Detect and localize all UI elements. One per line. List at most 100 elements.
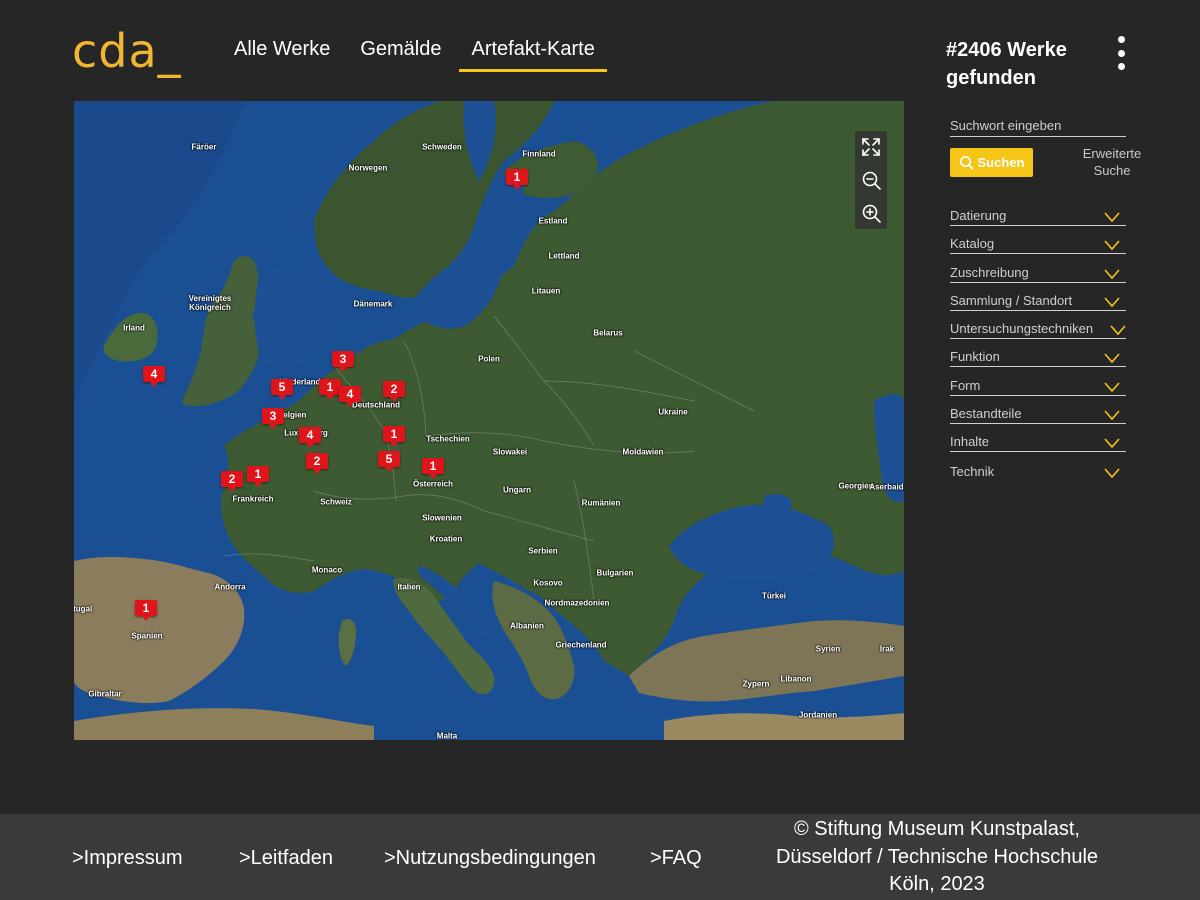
map-marker-frankreich[interactable]: 2 <box>306 453 328 474</box>
map-label: Irak <box>879 644 895 654</box>
map-marker-deutschland[interactable]: 2 <box>383 381 405 402</box>
map-background <box>74 101 904 740</box>
filter-label: Untersuchungstechniken <box>950 321 1094 337</box>
map-label: Slowenien <box>422 513 462 523</box>
map-marker-luxemburg[interactable]: 4 <box>299 427 321 448</box>
map-marker-belgien[interactable]: 3 <box>262 408 284 429</box>
map-marker-deutschland[interactable]: 4 <box>339 386 361 407</box>
map-label: Kroatien <box>429 534 463 544</box>
map-label: Lettland <box>548 251 580 261</box>
zoom-out-icon[interactable] <box>860 169 882 191</box>
map-label: Türkei <box>761 591 787 601</box>
map-label: Bulgarien <box>596 568 634 578</box>
map-label: Spanien <box>131 631 163 641</box>
map-marker-oesterreich[interactable]: 1 <box>422 458 444 479</box>
filter-label: Katalog <box>950 236 995 252</box>
logo[interactable]: cda_ <box>72 24 182 78</box>
filter-katalog[interactable]: Katalog <box>950 227 1126 255</box>
filter-label: Zuschreibung <box>950 264 1029 280</box>
result-count: #2406 Werke gefunden <box>946 39 1067 89</box>
more-menu-icon[interactable] <box>1114 36 1128 70</box>
map-label: Monaco <box>311 565 343 575</box>
map-label: Finnland <box>522 149 556 159</box>
filter-label: Datierung <box>950 208 1007 223</box>
map-label: Kosovo <box>533 578 563 588</box>
map-label: Serbien <box>528 546 558 556</box>
map-marker-frankreich[interactable]: 1 <box>247 466 269 487</box>
artifact-map[interactable]: Färöer Schweden Finnland Norwegen Estlan… <box>74 101 904 740</box>
chevron-down-icon <box>1110 325 1126 336</box>
filter-technik[interactable]: Technik <box>950 454 1126 481</box>
main-nav: Alle Werke Gemälde Artefakt-Karte <box>222 38 613 72</box>
chevron-down-icon <box>1104 438 1120 449</box>
map-label: Polen <box>478 354 500 364</box>
map-label: Ukraine <box>658 407 688 417</box>
map-marker-deutschland[interactable]: 3 <box>332 351 354 372</box>
search-icon <box>959 156 973 170</box>
filter-label: Form <box>950 377 981 393</box>
map-marker-deutschland[interactable]: 1 <box>383 426 405 447</box>
filter-inhalte[interactable]: Inhalte <box>950 425 1126 453</box>
map-marker-uk[interactable]: 4 <box>143 366 165 387</box>
search-button-label: Suchen <box>977 155 1025 170</box>
advanced-search-link[interactable]: Erweiterte Suche <box>1072 145 1152 179</box>
footer-link-faq[interactable]: >FAQ <box>650 847 702 870</box>
map-label: Andorra <box>214 582 246 592</box>
zoom-in-icon[interactable] <box>860 202 882 224</box>
map-controls <box>855 131 887 229</box>
map-marker-deutschland[interactable]: 1 <box>319 379 341 400</box>
map-label: Estland <box>538 216 568 226</box>
map-label: Schweiz <box>320 497 352 507</box>
filter-untersuchungstechniken[interactable]: Untersuchungstechniken <box>950 312 1126 340</box>
filter-funktion[interactable]: Funktion <box>950 340 1126 368</box>
map-label: Moldawien <box>622 447 664 457</box>
map-marker-frankreich[interactable]: 2 <box>221 471 243 492</box>
map-label: Litauen <box>531 286 561 296</box>
map-label: Vereinigtes Königreich <box>188 294 232 312</box>
map-label: Schweden <box>422 142 462 152</box>
map-label: Frankreich <box>232 494 274 504</box>
chevron-down-icon <box>1104 212 1120 223</box>
nav-alle-werke[interactable]: Alle Werke <box>222 38 342 72</box>
footer-link-leitfaden[interactable]: >Leitfaden <box>239 847 333 870</box>
map-label: Slowakei <box>492 447 528 457</box>
filter-bestandteile[interactable]: Bestandteile <box>950 397 1126 425</box>
filter-zuschreibung[interactable]: Zuschreibung <box>950 256 1126 283</box>
copyright-text: © Stiftung Museum Kunstpalast, Düsseldor… <box>775 818 1099 895</box>
map-label: Nordmazedonien <box>544 598 610 608</box>
chevron-down-icon <box>1104 410 1120 421</box>
map-label: Norwegen <box>348 163 388 173</box>
map-label: Jordanien <box>798 710 838 720</box>
map-label: Italien <box>397 582 421 592</box>
chevron-down-icon <box>1104 297 1120 308</box>
chevron-down-icon <box>1104 382 1120 392</box>
filter-label: Inhalte <box>950 434 990 450</box>
map-label: Färöer <box>191 142 217 152</box>
map-marker-niederlande[interactable]: 5 <box>271 379 293 400</box>
nav-artefakt-karte[interactable]: Artefakt-Karte <box>459 38 607 72</box>
filter-form[interactable]: Form <box>950 369 1126 396</box>
filter-datierung[interactable]: Datierung <box>950 199 1126 226</box>
filter-list: Datierung Katalog Zuschreibung Sammlung … <box>950 199 1126 482</box>
map-marker-spanien[interactable]: 1 <box>135 600 157 621</box>
search-button[interactable]: Suchen <box>950 148 1033 177</box>
filter-sammlung[interactable]: Sammlung / Standort <box>950 284 1126 311</box>
chevron-down-icon <box>1104 269 1120 279</box>
map-label: Gibraltar <box>88 689 122 699</box>
nav-gemaelde[interactable]: Gemälde <box>348 38 453 72</box>
map-marker-deutschland[interactable]: 5 <box>378 451 400 472</box>
footer-link-nutzungsbedingungen[interactable]: >Nutzungsbedingungen <box>384 847 596 870</box>
map-label: Aserbaidschan <box>869 482 904 492</box>
filter-label: Technik <box>950 463 995 479</box>
footer-link-impressum[interactable]: >Impressum <box>72 847 183 870</box>
map-label: Ungarn <box>503 485 531 495</box>
fullscreen-icon[interactable] <box>860 136 882 158</box>
map-label: Zypern <box>742 679 770 689</box>
map-label: Georgien <box>838 481 874 491</box>
map-label: Griechenland <box>555 640 607 650</box>
chevron-down-icon <box>1104 353 1120 364</box>
search-input[interactable] <box>950 114 1126 137</box>
map-marker-finnland[interactable]: 1 <box>506 169 528 190</box>
map-label: Irland <box>123 323 145 333</box>
chevron-down-icon <box>1104 468 1120 478</box>
